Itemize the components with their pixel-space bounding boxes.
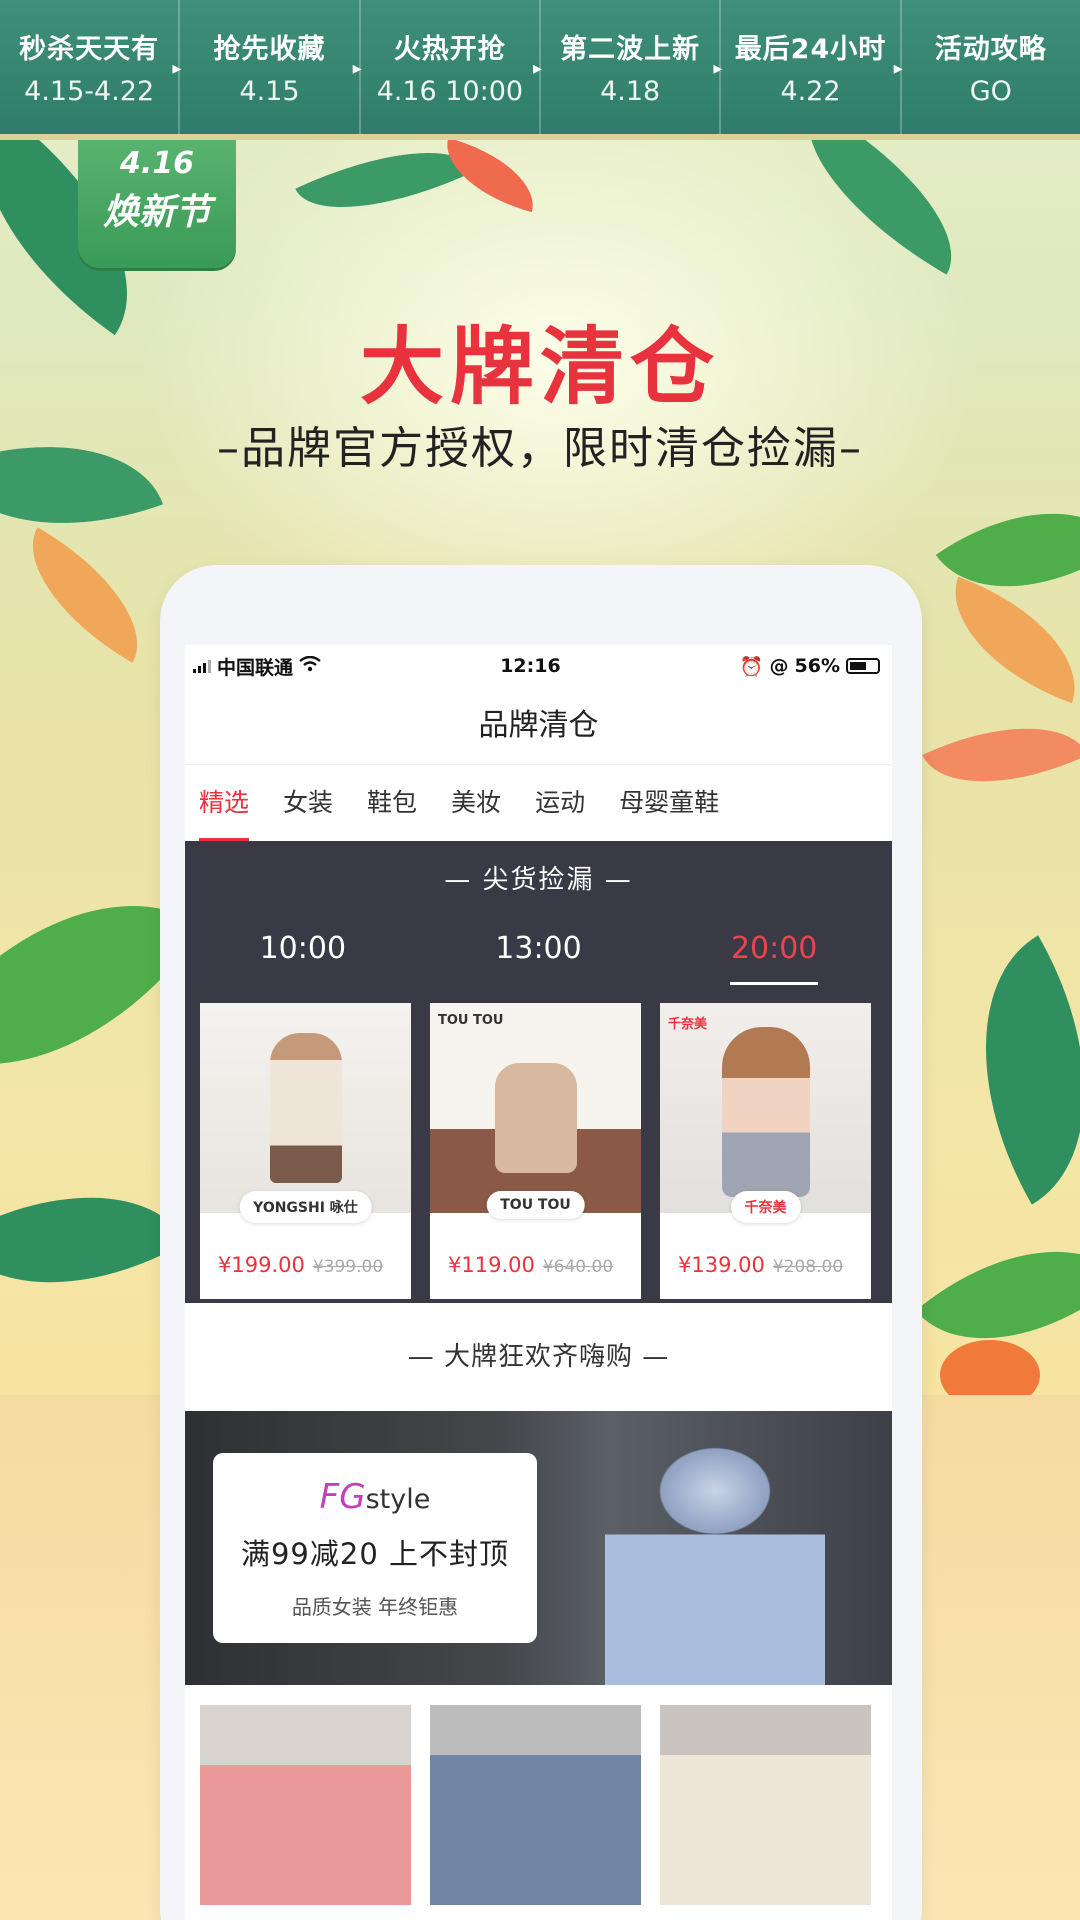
festival-badge: 4.16 焕新节 <box>78 140 236 268</box>
timeline-item-name: 秒杀天天有 <box>19 34 160 65</box>
battery-icon <box>846 658 880 674</box>
product-figure <box>495 1063 577 1173</box>
timeline-item-last-24h[interactable]: 最后24小时 4.22 ▸ <box>721 0 903 134</box>
tab-womens-wear[interactable]: 女装 <box>283 765 333 841</box>
product-figure <box>270 1033 342 1183</box>
tab-baby-kids[interactable]: 母婴童鞋 <box>619 765 719 841</box>
timeline-item-date: GO <box>969 76 1012 107</box>
product-price: ¥119.00 <box>448 1253 535 1277</box>
timeline-item-hot-start[interactable]: 火热开抢 4.16 10:00 ▸ <box>361 0 542 134</box>
event-timeline: 秒杀天天有 4.15-4.22 ▸ 抢先收藏 4.15 ▸ 火热开抢 4.16 … <box>0 0 1080 140</box>
leaf-decoration <box>930 576 1080 704</box>
product-price: ¥199.00 <box>218 1253 305 1277</box>
timeline-item-bookmark[interactable]: 抢先收藏 4.15 ▸ <box>180 0 362 134</box>
phone-screen: 中国联通 12:16 ⏰ @ 56% 品牌清仓 精选 女装 鞋包 美妆 运动 母… <box>185 645 892 1920</box>
time-slot-selector: 10:00 13:00 20:00 <box>185 931 892 985</box>
badge-date: 4.16 <box>119 146 195 181</box>
product-card[interactable]: YONGSHI 咏仕 ¥199.00 ¥399.00 <box>200 1003 411 1299</box>
tab-featured[interactable]: 精选 <box>199 765 250 841</box>
product-price-row: ¥199.00 ¥399.00 <box>218 1253 383 1277</box>
product-image: TOU TOU <box>430 1003 641 1213</box>
wifi-icon <box>299 655 321 677</box>
hot-deals-title: — 尖货捡漏 — <box>444 865 633 895</box>
timeline-item-date: 4.15-4.22 <box>24 76 155 107</box>
page-title: 品牌清仓 <box>185 687 892 765</box>
time-slot-20[interactable]: 20:00 <box>656 931 892 985</box>
product-original-price: ¥640.00 <box>542 1257 614 1277</box>
product-figure <box>722 1027 810 1197</box>
timeline-item-name: 抢先收藏 <box>213 34 326 65</box>
hero-title: 大牌清仓 <box>359 318 720 416</box>
timeline-item-date: 4.16 10:00 <box>376 76 524 107</box>
rotation-lock-icon: @ <box>769 655 789 677</box>
banner-model-image <box>605 1411 825 1685</box>
carrier-name: 中国联通 <box>217 656 294 679</box>
timeline-item-name: 最后24小时 <box>734 34 887 65</box>
product-original-price: ¥208.00 <box>772 1257 844 1277</box>
product-thumb[interactable] <box>200 1705 411 1905</box>
chevron-right-icon: ▸ <box>532 58 543 79</box>
status-bar: 中国联通 12:16 ⏰ @ 56% <box>185 645 892 687</box>
timeline-item-date: 4.18 <box>600 76 661 107</box>
product-price: ¥139.00 <box>678 1253 765 1277</box>
battery-percent: 56% <box>794 655 840 677</box>
tab-shoes-bags[interactable]: 鞋包 <box>367 765 417 841</box>
product-brand: YONGSHI 咏仕 <box>239 1191 372 1223</box>
signal-icon <box>193 659 211 673</box>
product-brand: TOU TOU <box>486 1191 585 1219</box>
product-original-price: ¥399.00 <box>312 1257 384 1277</box>
product-brand: 千奈美 <box>730 1191 801 1223</box>
product-card[interactable]: TOU TOU TOU TOU ¥119.00 ¥640.00 <box>430 1003 641 1299</box>
timeline-item-date: 4.22 <box>780 76 841 107</box>
category-tabs: 精选 女装 鞋包 美妆 运动 母婴童鞋 <box>185 765 892 841</box>
promo-banner[interactable]: FGstyle 满99减20 上不封顶 品质女装 年终钜惠 <box>185 1411 892 1685</box>
timeline-item-second-wave[interactable]: 第二波上新 4.18 ▸ <box>541 0 722 134</box>
banner-promo-card: FGstyle 满99减20 上不封顶 品质女装 年终钜惠 <box>213 1453 537 1643</box>
alarm-icon: ⏰ <box>739 655 764 678</box>
timeline-item-name: 火热开抢 <box>393 34 506 65</box>
banner-promo: 满99减20 上不封顶 <box>240 1537 510 1571</box>
chevron-right-icon: ▸ <box>352 58 362 79</box>
banner-product-thumbs <box>185 1685 892 1905</box>
timeline-item-flash-sale[interactable]: 秒杀天天有 4.15-4.22 ▸ <box>0 0 181 134</box>
timeline-item-guide[interactable]: 活动攻略 GO <box>902 0 1080 134</box>
tab-sports[interactable]: 运动 <box>535 765 585 841</box>
hero-subtitle: –品牌官方授权，限时清仓捡漏– <box>217 423 863 474</box>
product-price-row: ¥119.00 ¥640.00 <box>448 1253 613 1277</box>
hot-product-list: YONGSHI 咏仕 ¥199.00 ¥399.00 TOU TOU TOU TO… <box>200 1003 871 1299</box>
product-thumb[interactable] <box>430 1705 641 1905</box>
product-corner-brand: TOU TOU <box>438 1013 504 1028</box>
product-image <box>200 1003 411 1213</box>
status-time: 12:16 <box>500 655 561 677</box>
time-slot-10[interactable]: 10:00 <box>185 931 421 985</box>
product-corner-brand: 千奈美 <box>668 1017 708 1032</box>
banner-brand-logo: FGstyle <box>319 1477 431 1517</box>
chevron-right-icon: ▸ <box>893 58 903 79</box>
hot-deals-section: — 尖货捡漏 — 10:00 13:00 20:00 YONGSHI 咏仕 ¥1… <box>185 841 892 1303</box>
leaf-decoration <box>916 935 1080 1205</box>
tab-beauty[interactable]: 美妆 <box>451 765 501 841</box>
product-card[interactable]: 千奈美 千奈美 ¥139.00 ¥208.00 <box>660 1003 871 1299</box>
timeline-item-date: 4.15 <box>239 76 300 107</box>
banner-brand: style <box>365 1484 431 1515</box>
product-image: 千奈美 <box>660 1003 871 1213</box>
timeline-item-name: 第二波上新 <box>560 34 701 65</box>
product-price-row: ¥139.00 ¥208.00 <box>678 1253 843 1277</box>
banner-tagline: 品质女装 年终钜惠 <box>291 1595 459 1619</box>
party-section-title: — 大牌狂欢齐嗨购 — <box>407 1342 670 1372</box>
leaf-decoration <box>0 1138 187 1342</box>
product-thumb[interactable] <box>660 1705 871 1905</box>
badge-name: 焕新节 <box>102 192 211 233</box>
chevron-right-icon: ▸ <box>172 58 182 79</box>
time-slot-13[interactable]: 13:00 <box>421 931 657 985</box>
leaf-decoration <box>2 527 168 663</box>
chevron-right-icon: ▸ <box>713 58 723 79</box>
leaf-decoration <box>922 691 1080 819</box>
timeline-item-name: 活动攻略 <box>934 34 1047 65</box>
